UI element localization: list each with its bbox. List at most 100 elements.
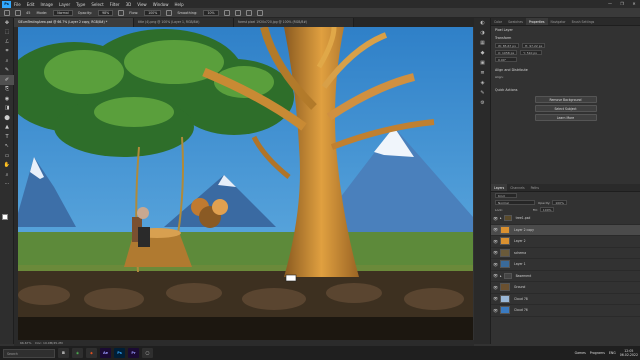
angle-field[interactable]: 0.00° [495,57,517,62]
tab-paths[interactable]: Paths [528,184,542,191]
mode-select[interactable]: Normal [53,9,73,16]
marquee-tool-icon[interactable]: ⬚ [0,28,14,38]
document-canvas[interactable] [14,27,473,340]
history-brush-icon[interactable]: ◉ [0,94,14,104]
tab-siemumtestingarea[interactable]: SiEumTestingArea.psd @ 66.7% (Layer 2 co… [14,18,134,27]
select-subject-button[interactable]: Select Subject [534,105,597,112]
gradient-tool-icon[interactable]: ⬤ [0,113,14,123]
visibility-eye-icon[interactable]: 👁 [491,262,500,267]
type-tool-icon[interactable]: T [0,132,14,142]
taskbar-app-icon[interactable]: ◆ [86,348,97,358]
menu-filter[interactable]: Filter [110,2,120,7]
layer-row[interactable]: 👁 ▸ tree1.psd [491,213,640,225]
healing-tool-icon[interactable]: ✎ [0,66,14,76]
tab-color[interactable]: Color [491,18,505,25]
swatches-panel-icon[interactable]: ▦ [474,38,491,48]
visibility-eye-icon[interactable]: 👁 [491,273,500,278]
taskbar-app-icon[interactable]: ⊞ [58,348,69,358]
visibility-eye-icon[interactable]: 👁 [491,250,500,255]
smoothing-input[interactable]: 10% [203,9,219,16]
menu-select[interactable]: Select [91,2,103,7]
maximize-button[interactable]: ❐ [616,0,628,8]
taskbar-clock[interactable]: 12:05 06.02.2022 [620,349,638,358]
height-field[interactable]: H: 97.22 px [521,43,546,48]
menu-file[interactable]: File [14,2,21,7]
layer-name[interactable]: Cloud 76 [514,308,528,312]
pressure-size-icon[interactable] [245,9,252,16]
paragraph-panel-icon[interactable]: ≣ [474,68,491,78]
brush-tool-icon[interactable]: ✐ [0,75,14,85]
flow-input[interactable]: 100% [144,9,162,16]
eraser-tool-icon[interactable]: ◨ [0,104,14,114]
layer-name[interactable]: Layer 1 [514,262,526,266]
libraries-panel-icon[interactable]: ▣ [474,58,491,68]
foreground-color-swatch[interactable] [2,214,8,220]
menu-view[interactable]: View [137,2,147,7]
airbrush-icon[interactable] [166,9,173,16]
visibility-eye-icon[interactable]: 👁 [491,216,500,221]
taskbar-app-icon[interactable]: ◉ [72,348,83,358]
adjustments-panel-icon[interactable]: ◑ [474,28,491,38]
dodge-tool-icon[interactable]: ▲ [0,123,14,133]
crop-tool-icon[interactable]: ⌗ [0,47,14,57]
tab-navigator[interactable]: Navigator [548,18,569,25]
menu-help[interactable]: Help [174,2,183,7]
zoom-tool-icon[interactable]: ⌕ [0,170,14,180]
opacity-input[interactable]: 98% [98,9,114,16]
zoom-level[interactable]: 66.67% [20,341,31,345]
menu-edit[interactable]: Edit [27,2,35,7]
tab-channels[interactable]: Channels [507,184,527,191]
tab-brush-settings[interactable]: Brush Settings [569,18,598,25]
y-field[interactable]: Y: 510 px [520,50,543,55]
tab-title-png[interactable]: title (4).png @ 100% (Layer 1, RGB/8#) [134,18,234,27]
color-panel-icon[interactable]: ◐ [474,18,491,28]
layer-name[interactable]: schema [514,251,526,255]
language-indicator[interactable]: ENG [609,351,616,355]
hand-tool-icon[interactable]: ✋ [0,161,14,171]
group-chevron-icon[interactable]: ▸ [500,274,502,278]
layer-row[interactable]: 👁 Layer 2 [491,236,640,248]
symmetry-icon[interactable] [256,9,263,16]
lasso-tool-icon[interactable]: ℒ [0,37,14,47]
tab-swatches[interactable]: Swatches [505,18,526,25]
layer-row[interactable]: 👁 schema [491,248,640,259]
menu-type[interactable]: Type [76,2,85,7]
taskbar-app-icon[interactable]: Pr [128,348,139,358]
more-tools-icon[interactable]: ⋯ [0,180,14,190]
visibility-eye-icon[interactable]: 👁 [491,239,500,244]
remove-background-button[interactable]: Remove Background [534,96,597,103]
brush-tool-preset-icon[interactable] [15,9,21,16]
shape-tool-icon[interactable]: ▭ [0,151,14,161]
layer-row[interactable]: 👁 Cloud 76 [491,305,640,317]
tab-layers[interactable]: Layers [491,184,508,191]
menu-window[interactable]: Window [153,2,169,7]
taskbar-app-icon[interactable]: Ps [114,348,125,358]
visibility-eye-icon[interactable]: 👁 [491,227,500,232]
layer-name[interactable]: Ground [514,285,525,289]
layer-name[interactable]: Layer 2 [514,239,526,243]
move-tool-icon[interactable]: ✥ [0,18,14,28]
glyphs-panel-icon[interactable]: ◈ [474,78,491,88]
taskbar-search-input[interactable]: Search [3,348,55,358]
layer-name[interactable]: Cloud 78 [514,297,528,301]
tray-programs[interactable]: Programs [590,351,605,355]
layer-row[interactable]: 👁 ▸ Basement [491,271,640,282]
visibility-eye-icon[interactable]: 👁 [491,296,500,301]
menu-3d[interactable]: 3D [126,2,132,7]
layer-name[interactable]: tree1.psd [516,216,531,220]
minimize-button[interactable]: — [604,0,616,8]
gear-icon[interactable] [223,9,230,16]
learn-more-button[interactable]: Learn More [534,114,597,121]
settings-panel-icon[interactable]: ⚙ [474,98,491,108]
layer-row[interactable]: 👁 Layer 1 [491,259,640,271]
menu-image[interactable]: Image [40,2,53,7]
layer-row[interactable]: 👁 Layer 2 copy [491,224,640,236]
brush-panel-icon[interactable]: ✎ [474,88,491,98]
taskbar-app-icon[interactable]: ◯ [142,348,153,358]
stamp-tool-icon[interactable]: ⎘ [0,85,14,95]
pressure-opacity-icon[interactable] [118,9,125,16]
visibility-eye-icon[interactable]: 👁 [491,308,500,313]
blend-mode-select[interactable]: Normal [495,200,535,205]
eyedropper-tool-icon[interactable]: ⌕ [0,56,14,66]
brush-size-value[interactable]: 45 [26,11,30,15]
